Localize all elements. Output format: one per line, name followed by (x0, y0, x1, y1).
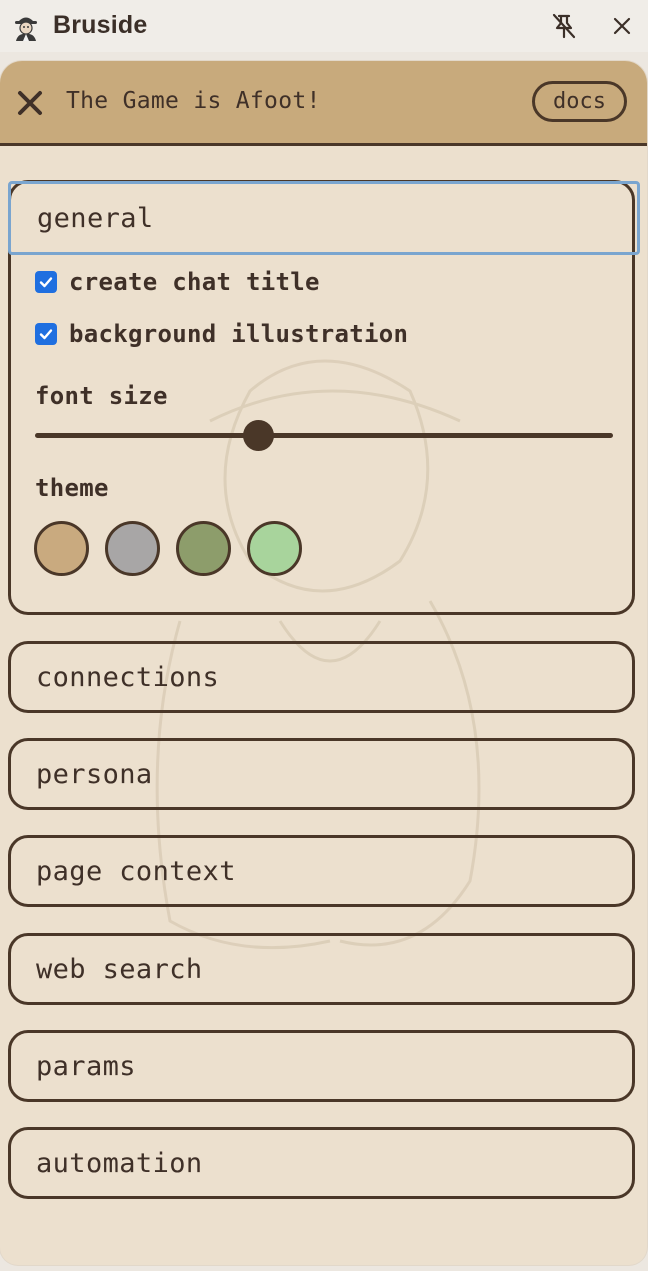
close-icon (613, 17, 631, 35)
settings-panel: The Game is Afoot! docs general create c… (0, 61, 647, 1265)
section-connections[interactable]: connections (8, 641, 635, 713)
section-page-context[interactable]: page context (8, 835, 635, 907)
section-web-search[interactable]: web search (8, 933, 635, 1005)
section-params[interactable]: params (8, 1030, 635, 1102)
side-panel-titlebar: Bruside (0, 0, 648, 52)
unpin-icon (552, 13, 576, 39)
section-label: persona (36, 759, 153, 790)
panel-title: The Game is Afoot! (66, 88, 321, 114)
create-chat-title-checkbox[interactable] (35, 271, 57, 293)
theme-swatch-tan[interactable] (34, 521, 89, 576)
section-automation[interactable]: automation (8, 1127, 635, 1199)
checkmark-icon (39, 277, 53, 288)
section-label: general (37, 203, 154, 234)
close-icon[interactable] (16, 89, 44, 117)
section-label: params (36, 1051, 136, 1082)
checkmark-icon (39, 329, 53, 340)
panel-header: The Game is Afoot! docs (0, 61, 647, 146)
section-label: page context (36, 856, 236, 887)
section-label: automation (36, 1148, 203, 1179)
docs-button[interactable]: docs (532, 81, 627, 122)
app-title: Bruside (53, 11, 148, 39)
create-chat-title-toggle[interactable]: create chat title (35, 268, 320, 296)
theme-swatch-mint[interactable] (247, 521, 302, 576)
font-size-slider-thumb[interactable] (242, 420, 274, 451)
theme-swatch-gray[interactable] (105, 521, 160, 576)
section-general: general create chat title background ill… (8, 180, 640, 615)
section-label: connections (36, 662, 220, 693)
section-label: web search (36, 954, 203, 985)
theme-label: theme (35, 474, 109, 502)
font-size-label: font size (35, 382, 168, 410)
font-size-slider[interactable] (35, 420, 613, 451)
section-general-header[interactable]: general (8, 181, 640, 255)
close-side-panel-button[interactable] (608, 12, 636, 40)
unpin-button[interactable] (550, 12, 578, 40)
create-chat-title-label: create chat title (69, 268, 320, 296)
background-illustration-toggle[interactable]: background illustration (35, 320, 409, 348)
theme-swatch-olive[interactable] (176, 521, 231, 576)
background-illustration-checkbox[interactable] (35, 323, 57, 345)
detective-icon (15, 17, 37, 41)
section-persona[interactable]: persona (8, 738, 635, 810)
background-illustration-label: background illustration (69, 320, 409, 348)
